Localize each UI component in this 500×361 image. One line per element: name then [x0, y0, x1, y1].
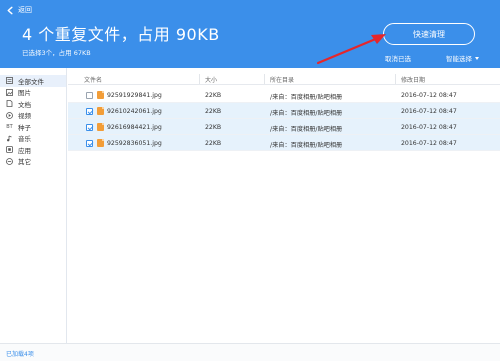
- sidebar-item-label: 其它: [18, 158, 31, 167]
- image-icon: [6, 88, 13, 96]
- selection-summary: 已选择3个，占用 67KB: [22, 49, 91, 57]
- row-checkbox[interactable]: [86, 107, 93, 115]
- sidebar-item-images[interactable]: 图片: [0, 87, 66, 99]
- file-directory: /来自：百度相册/贴吧相册: [270, 125, 343, 133]
- file-size: 22KB: [205, 123, 222, 131]
- file-name: 92591929841.jpg: [107, 91, 162, 99]
- file-table: 文件名 大小 所在目录 修改日期 92591929841.jpg 22KB /来…: [68, 68, 500, 343]
- cancel-selected-link[interactable]: 取消已选: [385, 53, 411, 63]
- table-header: 文件名 大小 所在目录 修改日期: [68, 73, 500, 85]
- sidebar-item-label: 种子: [18, 123, 31, 132]
- file-name: 92616984421.jpg: [107, 123, 162, 131]
- file-date: 2016-07-12 08:47: [401, 139, 457, 147]
- back-arrow-icon: [7, 6, 13, 14]
- file-size: 22KB: [205, 139, 222, 147]
- sidebar-item-videos[interactable]: 视频: [0, 110, 66, 122]
- header-bar: 返回 4 个重复文件，占用 90KB 已选择3个，占用 67KB 快速清理 取消…: [0, 0, 500, 68]
- file-date: 2016-07-12 08:47: [401, 91, 457, 99]
- file-directory: /来自：百度相册/贴吧相册: [270, 141, 343, 149]
- sidebar-item-label: 图片: [18, 89, 31, 98]
- sidebar-item-label: 应用: [18, 146, 31, 155]
- category-sidebar: 全部文件 图片 文档 视频 BT 种子 音乐 应用 其它: [0, 68, 67, 343]
- file-directory: /来自：百度相册/贴吧相册: [270, 109, 343, 117]
- status-bar: 已加载4项: [0, 343, 500, 361]
- file-date: 2016-07-12 08:47: [401, 123, 457, 131]
- sidebar-item-all-files[interactable]: 全部文件: [0, 75, 66, 87]
- image-file-icon: [97, 90, 104, 99]
- video-icon: [6, 111, 13, 119]
- file-size: 22KB: [205, 91, 222, 99]
- quick-clean-button[interactable]: 快速清理: [383, 23, 475, 45]
- file-name: 92610242061.jpg: [107, 107, 162, 115]
- table-row[interactable]: 92592836051.jpg 22KB /来自：百度相册/贴吧相册 2016-…: [68, 135, 500, 151]
- column-header-size[interactable]: 大小: [205, 75, 217, 84]
- smart-select-label: 智能选择: [446, 55, 472, 63]
- bt-icon: BT: [6, 123, 13, 130]
- column-divider: [199, 74, 200, 84]
- sidebar-item-torrents[interactable]: BT 种子: [0, 121, 66, 133]
- table-row[interactable]: 92591929841.jpg 22KB /来自：百度相册/贴吧相册 2016-…: [68, 87, 500, 103]
- table-row[interactable]: 92610242061.jpg 22KB /来自：百度相册/贴吧相册 2016-…: [68, 103, 500, 119]
- column-divider: [264, 74, 265, 84]
- file-size: 22KB: [205, 107, 222, 115]
- document-icon: [6, 100, 13, 108]
- back-button[interactable]: 返回: [6, 5, 32, 15]
- image-file-icon: [97, 138, 104, 147]
- file-date: 2016-07-12 08:47: [401, 107, 457, 115]
- column-header-date[interactable]: 修改日期: [401, 75, 425, 84]
- sidebar-item-music[interactable]: 音乐: [0, 133, 66, 145]
- page-title: 4 个重复文件，占用 90KB: [22, 25, 220, 44]
- column-header-filename[interactable]: 文件名: [84, 75, 102, 84]
- app-icon: [6, 146, 13, 154]
- row-checkbox[interactable]: [86, 91, 93, 99]
- back-label: 返回: [18, 6, 32, 14]
- image-file-icon: [97, 122, 104, 131]
- row-checkbox[interactable]: [86, 139, 93, 147]
- music-icon: [6, 135, 13, 142]
- row-checkbox[interactable]: [86, 123, 93, 131]
- sidebar-item-label: 全部文件: [18, 77, 44, 86]
- other-icon: [6, 157, 13, 165]
- sidebar-item-documents[interactable]: 文档: [0, 98, 66, 110]
- table-row[interactable]: 92616984421.jpg 22KB /来自：百度相册/贴吧相册 2016-…: [68, 119, 500, 135]
- file-directory: /来自：百度相册/贴吧相册: [270, 93, 343, 101]
- all-files-icon: [6, 77, 13, 85]
- column-header-directory[interactable]: 所在目录: [270, 75, 294, 84]
- caret-down-icon: [475, 56, 479, 60]
- smart-select-dropdown[interactable]: 智能选择: [446, 53, 479, 63]
- sidebar-item-label: 音乐: [18, 135, 31, 144]
- column-divider: [395, 74, 396, 84]
- sidebar-item-label: 视频: [18, 112, 31, 121]
- sidebar-item-other[interactable]: 其它: [0, 156, 66, 168]
- sidebar-item-apps[interactable]: 应用: [0, 144, 66, 156]
- image-file-icon: [97, 106, 104, 115]
- loaded-count-text: 已加载4项: [6, 351, 34, 358]
- sidebar-item-label: 文档: [18, 100, 31, 109]
- file-name: 92592836051.jpg: [107, 139, 162, 147]
